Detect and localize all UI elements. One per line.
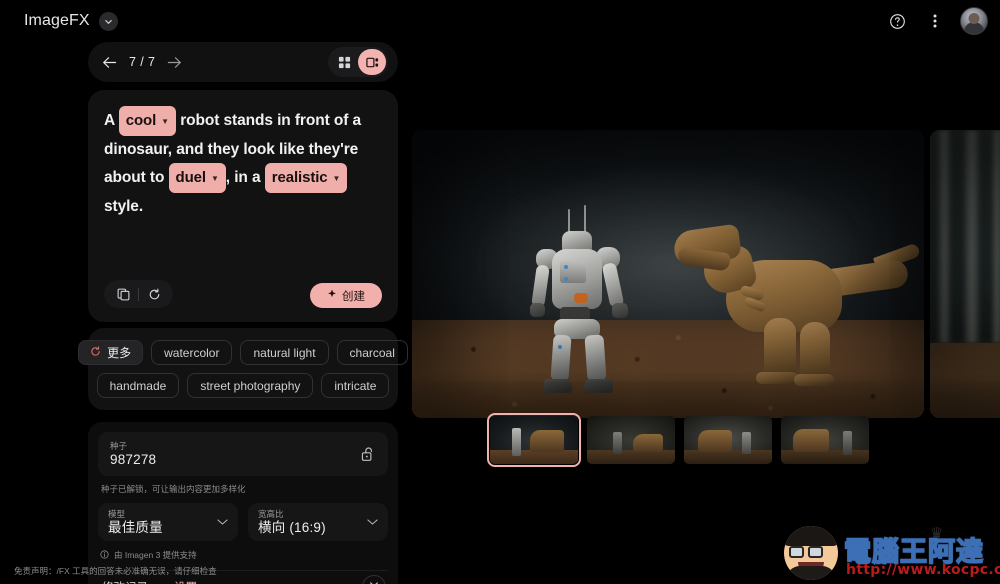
thumbnail-item[interactable] xyxy=(684,416,772,464)
model-select-text: 模型 最佳质量 xyxy=(108,509,163,536)
chevron-down-icon: ▼ xyxy=(161,116,169,126)
aspect-value: 横向 (16:9) xyxy=(258,519,326,535)
chip-label: realistic xyxy=(271,169,328,186)
select-row: 模型 最佳质量 宽高比 横向 (16:9) xyxy=(98,503,388,541)
seed-hint: 种子已解锁，可让输出内容更加多样化 xyxy=(101,484,246,494)
chevron-down-icon[interactable] xyxy=(98,11,118,31)
scene-vignette xyxy=(412,130,924,418)
seed-field-text: 种子 987278 xyxy=(110,441,156,468)
top-bar: ImageFX xyxy=(0,0,1000,42)
watermark-mascot xyxy=(784,526,838,580)
more-suggestions-label: 更多 xyxy=(107,346,132,360)
thumbnail-strip xyxy=(487,413,869,467)
aspect-label: 宽高比 xyxy=(258,508,284,519)
thumbnail-item[interactable] xyxy=(587,416,675,464)
page-counter: 7 / 7 xyxy=(129,55,156,69)
brand[interactable]: ImageFX xyxy=(0,11,118,31)
aspect-ratio-select[interactable]: 宽高比 横向 (16:9) xyxy=(248,503,388,541)
detail-view-icon[interactable] xyxy=(358,49,386,75)
more-suggestions-button[interactable]: 更多 xyxy=(78,340,144,365)
suggestion-chips: 更多 watercolor natural light charcoal han… xyxy=(78,328,408,410)
prompt-seg-0: A xyxy=(104,112,119,129)
sparkle-icon xyxy=(327,289,337,302)
create-button-label: 创建 xyxy=(342,290,365,303)
suggestion-chip[interactable]: intricate xyxy=(321,373,390,398)
view-toggle xyxy=(328,47,388,77)
watermark-url: http://www.kocpc.com.tw xyxy=(846,562,1000,578)
top-right-actions xyxy=(884,0,988,42)
seed-value: 987278 xyxy=(110,451,157,467)
prompt-seg-4: , in a xyxy=(225,169,265,186)
suggestion-chip[interactable]: natural light xyxy=(240,340,329,365)
model-select[interactable]: 模型 最佳质量 xyxy=(98,503,238,541)
prompt-chip-cool[interactable]: cool ▼ xyxy=(118,106,176,136)
next-generated-image[interactable] xyxy=(930,130,1000,418)
suggestion-row-2: handmade street photography intricate xyxy=(96,373,390,398)
prompt-chip-realistic[interactable]: realistic ▼ xyxy=(264,163,348,193)
chevron-down-icon: ▼ xyxy=(210,173,219,183)
copy-icon[interactable] xyxy=(110,281,136,307)
thumbnail-item[interactable] xyxy=(781,416,869,464)
app-title: ImageFX xyxy=(24,12,90,29)
aspect-select-text: 宽高比 横向 (16:9) xyxy=(258,509,326,536)
arrow-right-icon[interactable] xyxy=(167,56,182,69)
prompt-chip-duel[interactable]: duel ▼ xyxy=(168,163,226,193)
powered-by-label: 由 Imagen 3 提供支持 xyxy=(114,550,197,560)
chevron-down-icon: ▼ xyxy=(332,173,341,183)
gallery-nav-bar: 7 / 7 xyxy=(88,42,398,82)
settings-card: 种子 987278 种子已解锁，可让输出内容更加多样化 模型 最佳质量 宽高比 … xyxy=(88,422,398,584)
left-panel: 7 / 7 A cool ▼ robot stands in front of … xyxy=(78,42,408,584)
unlock-icon[interactable] xyxy=(356,443,378,465)
prompt-card[interactable]: A cool ▼ robot stands in front of a dinos… xyxy=(88,90,398,322)
scene xyxy=(412,130,924,418)
main-generated-image[interactable] xyxy=(412,130,924,418)
suggestion-chip[interactable]: handmade xyxy=(96,373,180,398)
prompt-tools xyxy=(104,280,173,308)
scene-vignette xyxy=(930,130,1000,418)
more-vertical-icon[interactable] xyxy=(922,8,948,34)
create-button[interactable]: 创建 xyxy=(310,283,382,308)
seed-field[interactable]: 种子 987278 xyxy=(98,432,388,476)
suggestion-chip[interactable]: street photography xyxy=(187,373,314,398)
image-stage xyxy=(412,130,1000,420)
refresh-icon[interactable] xyxy=(141,281,167,307)
prompt-text[interactable]: A cool ▼ robot stands in front of a dinos… xyxy=(104,106,382,220)
grid-view-icon[interactable] xyxy=(330,49,358,75)
imagefx-app: ImageFX 7 / 7 A cool ▼ robot stands in f… xyxy=(0,0,1000,584)
suggestion-chip[interactable]: charcoal xyxy=(336,340,408,365)
divider xyxy=(138,287,139,301)
chip-label: cool xyxy=(125,112,157,129)
disclaimer-text: 免责声明：/FX 工具的回答未必准确无误，请仔细检查 xyxy=(14,566,217,576)
chevron-down-icon[interactable] xyxy=(367,513,378,531)
suggestion-row-1: 更多 watercolor natural light charcoal xyxy=(78,340,408,365)
collapse-icon[interactable] xyxy=(362,575,386,584)
help-circle-icon[interactable] xyxy=(884,8,910,34)
refresh-cw-icon xyxy=(90,345,101,360)
chevron-down-icon[interactable] xyxy=(217,513,228,531)
chip-label: duel xyxy=(175,169,207,186)
seed-label: 种子 xyxy=(110,440,128,451)
arrow-left-icon[interactable] xyxy=(102,56,117,69)
avatar[interactable] xyxy=(960,7,988,35)
powered-by: 由 Imagen 3 提供支持 xyxy=(100,549,388,561)
model-value: 最佳质量 xyxy=(108,519,163,535)
watermark: ♛ 電腦王阿達 http://www.kocpc.com.tw xyxy=(784,524,1000,582)
model-label: 模型 xyxy=(108,508,126,519)
prompt-seg-6: style. xyxy=(104,198,144,215)
info-icon xyxy=(100,549,109,561)
thumbnail-item[interactable] xyxy=(487,413,581,467)
suggestion-chip[interactable]: watercolor xyxy=(151,340,233,365)
